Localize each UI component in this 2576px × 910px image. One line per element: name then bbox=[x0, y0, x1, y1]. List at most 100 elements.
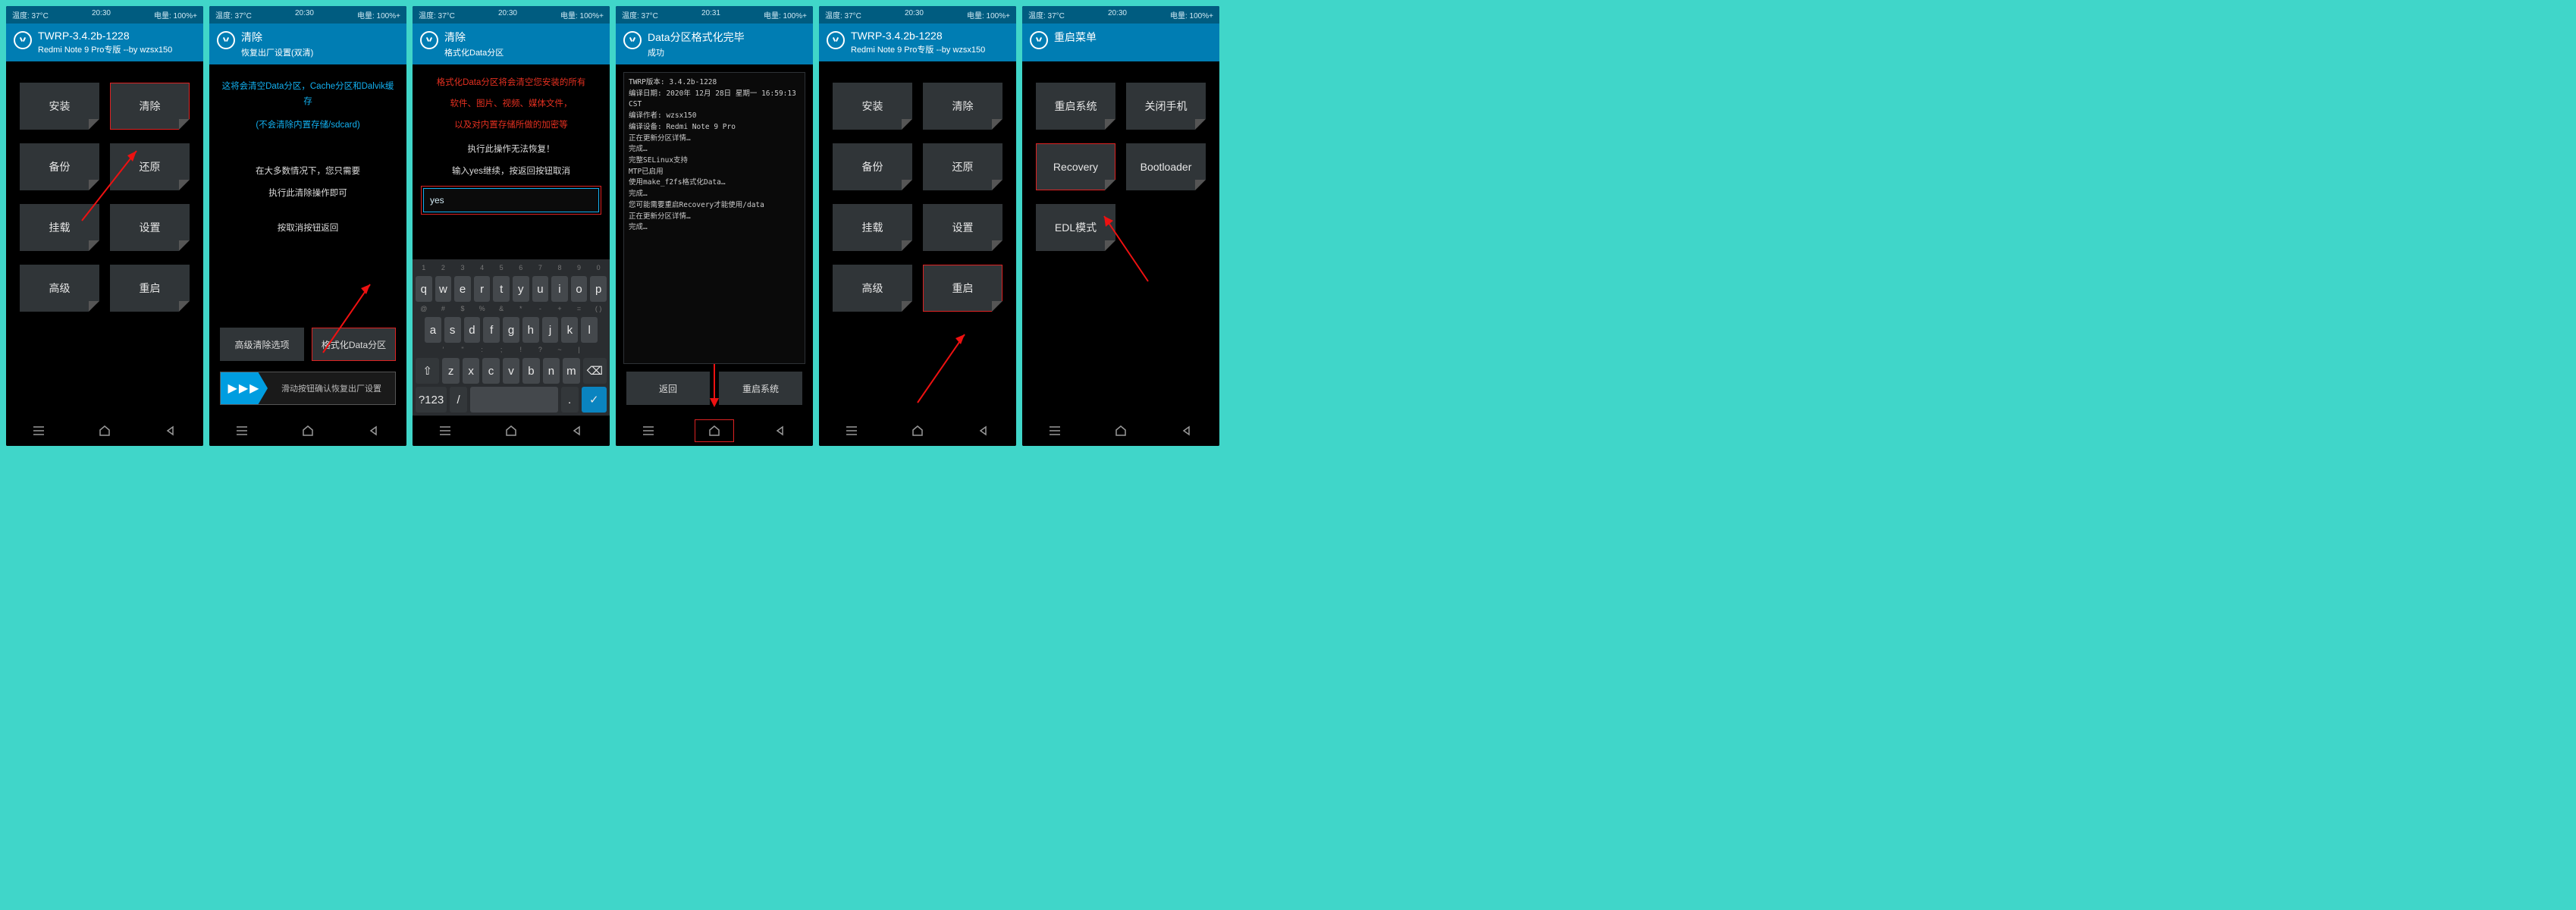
key-h[interactable]: h bbox=[522, 317, 539, 343]
key-l[interactable]: l bbox=[581, 317, 598, 343]
tile-wipe[interactable]: 清除 bbox=[923, 83, 1002, 130]
status-temp: 温度: 37°C bbox=[12, 9, 49, 20]
nav-home-icon[interactable] bbox=[695, 420, 733, 441]
key-y[interactable]: y bbox=[513, 276, 529, 302]
nav-home-icon[interactable] bbox=[86, 420, 124, 441]
nav-back-icon[interactable] bbox=[761, 420, 799, 441]
reboot-system-button[interactable]: 重启系统 bbox=[719, 372, 802, 405]
page-subtitle: 恢复出厂设置(双清) bbox=[241, 46, 313, 58]
key-f[interactable]: f bbox=[483, 317, 500, 343]
status-bar: 温度: 37°C 20:30 电量: 100%+ bbox=[1022, 6, 1219, 24]
key-x[interactable]: x bbox=[463, 358, 479, 384]
app-title: TWRP-3.4.2b-1228 bbox=[851, 30, 985, 42]
nav-recent-icon[interactable] bbox=[223, 420, 261, 441]
wipe-info-1: 这将会清空Data分区，Cache分区和Dalvik缓存 bbox=[209, 75, 406, 114]
slider-knob-icon[interactable]: ▶▶▶ bbox=[221, 372, 268, 404]
key-✓[interactable]: ✓ bbox=[582, 387, 607, 413]
nav-back-icon[interactable] bbox=[558, 420, 596, 441]
twrp-logo-icon bbox=[14, 31, 32, 49]
nav-home-icon[interactable] bbox=[492, 420, 530, 441]
key-o[interactable]: o bbox=[571, 276, 588, 302]
key-q[interactable]: q bbox=[416, 276, 432, 302]
tile-reboot[interactable]: 重启 bbox=[110, 265, 190, 312]
key-?123[interactable]: ?123 bbox=[416, 387, 447, 413]
nav-recent-icon[interactable] bbox=[629, 420, 667, 441]
confirm-slider[interactable]: ▶▶▶ 滑动按钮确认恢复出厂设置 bbox=[220, 372, 396, 405]
wipe-info-5: 按取消按钮返回 bbox=[209, 218, 406, 240]
nav-back-icon[interactable] bbox=[152, 420, 190, 441]
key-r[interactable]: r bbox=[474, 276, 491, 302]
key-c[interactable]: c bbox=[482, 358, 499, 384]
format-data-button[interactable]: 格式化Data分区 bbox=[312, 328, 396, 361]
tile-mount[interactable]: 挂载 bbox=[833, 204, 912, 251]
tile-settings[interactable]: 设置 bbox=[110, 204, 190, 251]
format-line-1: 执行此操作无法恢复！ bbox=[413, 139, 610, 162]
nav-recent-icon[interactable] bbox=[20, 420, 58, 441]
twrp-logo-icon bbox=[217, 31, 235, 49]
advanced-wipe-button[interactable]: 高级清除选项 bbox=[220, 328, 304, 361]
edl-tile[interactable]: EDL模式 bbox=[1036, 204, 1115, 251]
twrp-logo-icon bbox=[1030, 31, 1048, 49]
key-t[interactable]: t bbox=[493, 276, 510, 302]
nav-bar bbox=[209, 416, 406, 446]
poweroff-tile[interactable]: 关闭手机 bbox=[1126, 83, 1206, 130]
key-e[interactable]: e bbox=[454, 276, 471, 302]
key-space[interactable] bbox=[470, 387, 557, 413]
bootloader-tile[interactable]: Bootloader bbox=[1126, 143, 1206, 190]
tile-backup[interactable]: 备份 bbox=[20, 143, 99, 190]
wipe-info-2: (不会清除内置存储/sdcard) bbox=[209, 114, 406, 138]
nav-back-icon[interactable] bbox=[355, 420, 393, 441]
back-button[interactable]: 返回 bbox=[626, 372, 710, 405]
key-u[interactable]: u bbox=[532, 276, 549, 302]
page-subtitle: 成功 bbox=[648, 46, 745, 58]
key-i[interactable]: i bbox=[551, 276, 568, 302]
recovery-tile[interactable]: Recovery bbox=[1036, 143, 1115, 190]
tile-reboot[interactable]: 重启 bbox=[923, 265, 1002, 312]
nav-recent-icon[interactable] bbox=[426, 420, 464, 441]
key-n[interactable]: n bbox=[543, 358, 560, 384]
nav-back-icon[interactable] bbox=[1168, 420, 1206, 441]
key-⌫[interactable]: ⌫ bbox=[583, 358, 607, 384]
key-z[interactable]: z bbox=[442, 358, 459, 384]
tile-install[interactable]: 安装 bbox=[20, 83, 99, 130]
tile-wipe[interactable]: 清除 bbox=[110, 83, 190, 130]
tile-settings[interactable]: 设置 bbox=[923, 204, 1002, 251]
key-v[interactable]: v bbox=[503, 358, 519, 384]
nav-recent-icon[interactable] bbox=[833, 420, 871, 441]
key-.[interactable]: . bbox=[561, 387, 579, 413]
key-s[interactable]: s bbox=[444, 317, 461, 343]
log-output: TWRP版本: 3.4.2b-1228 编译日期: 2020年 12月 28日 … bbox=[623, 72, 805, 364]
twrp-header: TWRP-3.4.2b-1228 Redmi Note 9 Pro专版 --by… bbox=[6, 24, 203, 61]
tile-advanced[interactable]: 高级 bbox=[20, 265, 99, 312]
tile-backup[interactable]: 备份 bbox=[833, 143, 912, 190]
key-b[interactable]: b bbox=[522, 358, 539, 384]
key-k[interactable]: k bbox=[561, 317, 578, 343]
key-g[interactable]: g bbox=[503, 317, 519, 343]
annotation-arrow bbox=[910, 319, 986, 414]
key-/[interactable]: / bbox=[450, 387, 467, 413]
tile-mount[interactable]: 挂载 bbox=[20, 204, 99, 251]
nav-home-icon[interactable] bbox=[899, 420, 937, 441]
yes-input[interactable]: yes bbox=[423, 188, 599, 212]
key-m[interactable]: m bbox=[563, 358, 579, 384]
key-⇧[interactable]: ⇧ bbox=[416, 358, 439, 384]
reboot-system-tile[interactable]: 重启系统 bbox=[1036, 83, 1115, 130]
twrp-header: 清除 格式化Data分区 bbox=[413, 24, 610, 64]
tile-restore[interactable]: 还原 bbox=[923, 143, 1002, 190]
key-j[interactable]: j bbox=[542, 317, 559, 343]
key-a[interactable]: a bbox=[425, 317, 441, 343]
key-p[interactable]: p bbox=[590, 276, 607, 302]
tile-install[interactable]: 安装 bbox=[833, 83, 912, 130]
nav-back-icon[interactable] bbox=[965, 420, 1002, 441]
nav-home-icon[interactable] bbox=[289, 420, 327, 441]
tile-restore[interactable]: 还原 bbox=[110, 143, 190, 190]
tile-advanced[interactable]: 高级 bbox=[833, 265, 912, 312]
page-title: 清除 bbox=[444, 30, 504, 45]
key-w[interactable]: w bbox=[435, 276, 452, 302]
twrp-header: 清除 恢复出厂设置(双清) bbox=[209, 24, 406, 64]
wipe-info-3: 在大多数情况下，您只需要 bbox=[209, 161, 406, 184]
key-d[interactable]: d bbox=[464, 317, 481, 343]
page-subtitle bbox=[1054, 46, 1097, 55]
nav-home-icon[interactable] bbox=[1102, 420, 1140, 441]
nav-recent-icon[interactable] bbox=[1036, 420, 1074, 441]
